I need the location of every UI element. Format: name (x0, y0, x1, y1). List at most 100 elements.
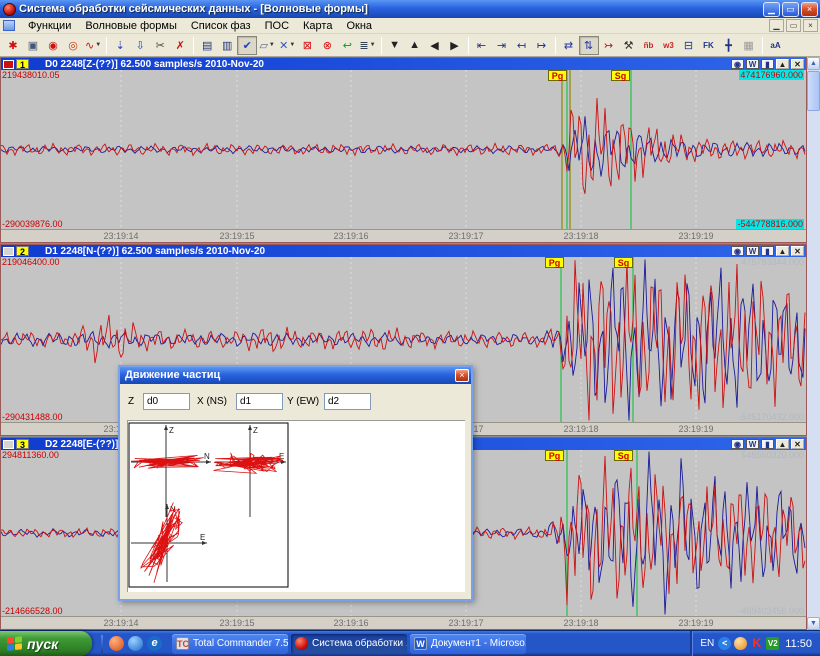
kaspersky-tray-icon[interactable]: K (750, 637, 763, 650)
panel-close-button[interactable]: ✕ (791, 246, 804, 256)
y-trace-input[interactable] (324, 393, 371, 410)
media-player-icon[interactable] (109, 636, 124, 651)
delete-window-button[interactable]: ⊠ (297, 36, 317, 55)
move-down-button[interactable]: ▼ (385, 36, 405, 55)
move-left-button[interactable]: ◀ (425, 36, 445, 55)
align-marker-button[interactable]: ↣ (599, 36, 619, 55)
panel-close-button[interactable]: ✕ (791, 59, 804, 69)
target-button[interactable]: ◎ (63, 36, 83, 55)
dropdown-arrow-icon[interactable]: ▼ (269, 42, 275, 48)
pick-phase-alt-button[interactable]: ⇩ (130, 36, 150, 55)
undo-button[interactable]: ↩ (337, 36, 357, 55)
response-curve-button[interactable]: ∿▼ (83, 36, 103, 55)
shift-left-button[interactable]: ↤ (512, 36, 532, 55)
shift-right-button[interactable]: ↦ (532, 36, 552, 55)
taskbar-task-1[interactable]: TCTotal Commander 7.5... (172, 634, 288, 654)
menu-item-4[interactable]: ПОС (258, 19, 296, 33)
panel-close-button[interactable]: ✕ (791, 439, 804, 449)
agent-tray-icon[interactable] (734, 637, 747, 650)
amplitude-scale-button[interactable]: аA (766, 36, 786, 55)
dropdown-arrow-icon[interactable]: ▼ (95, 42, 101, 48)
vertical-scrollbar[interactable]: ▲ ▼ (807, 57, 820, 630)
panel-collapse-button[interactable]: ▲ (776, 59, 789, 69)
panel-header[interactable]: 2 D1 2248[N-(??)] 62.500 samples/s 2010-… (1, 245, 806, 257)
start-button[interactable]: пуск (0, 631, 92, 656)
panel-bar-button[interactable]: ▮ (761, 59, 774, 69)
scroll-up-button[interactable]: ▲ (807, 57, 820, 70)
apply-picks-button[interactable]: ✔ (237, 36, 257, 55)
fit-horizontal-button[interactable]: ⇄ (559, 36, 579, 55)
new-marker-button[interactable]: ✱ (3, 36, 23, 55)
menu-item-5[interactable]: Карта (296, 19, 339, 33)
compress-view-button[interactable]: ╋ (719, 36, 739, 55)
polygon-select-button[interactable]: ▱▼ (257, 36, 277, 55)
move-right-button[interactable]: ▶ (445, 36, 465, 55)
z-trace-input[interactable] (143, 393, 190, 410)
restore-button[interactable]: ▭ (782, 2, 799, 17)
fit-vertical-button[interactable]: ⇅ (579, 36, 599, 55)
messenger-tray-icon[interactable]: < (718, 637, 731, 650)
child-restore-button[interactable]: ▭ (786, 19, 801, 32)
close-button[interactable]: × (801, 2, 818, 17)
hammer-tool-button[interactable]: ⚒ (619, 36, 639, 55)
panel-header[interactable]: 1 D0 2248[Z-(??)] 62.500 samples/s 2010-… (1, 58, 806, 70)
messenger-icon[interactable] (128, 636, 143, 651)
tile-windows-button[interactable]: ⊟ (679, 36, 699, 55)
dropdown-arrow-icon[interactable]: ▼ (370, 42, 376, 48)
scroll-down-button[interactable]: ▼ (807, 617, 820, 630)
panel-w-button[interactable]: W (746, 246, 759, 256)
minimize-button[interactable]: ▁ (763, 2, 780, 17)
child-minimize-button[interactable]: ▁ (769, 19, 784, 32)
record-button[interactable]: ◉ (43, 36, 63, 55)
menu-item-6[interactable]: Окна (339, 19, 379, 33)
narrowband-filter-button[interactable]: ñb (639, 36, 659, 55)
panel-w-button[interactable]: W (746, 59, 759, 69)
child-close-button[interactable]: × (803, 19, 818, 32)
expand-left-button[interactable]: ⇤ (472, 36, 492, 55)
fk-analysis-button[interactable]: FK (699, 36, 719, 55)
wideband-filter-button[interactable]: w3 (659, 36, 679, 55)
menu-item-3[interactable]: Список фаз (184, 19, 258, 33)
panel-circle-button[interactable]: ◉ (731, 59, 744, 69)
sort-traces-button[interactable]: ≣▼ (357, 36, 377, 55)
phase-marker-pg[interactable]: Pg (545, 257, 564, 268)
panel-w-button[interactable]: W (746, 439, 759, 449)
language-indicator[interactable]: EN (700, 638, 714, 649)
video-tray-icon[interactable]: V2 (766, 637, 779, 650)
mdi-child-icon[interactable] (3, 20, 15, 31)
panel-circle-button[interactable]: ◉ (731, 246, 744, 256)
phase-marker-pg[interactable]: Pg (548, 70, 567, 81)
panel-collapse-button[interactable]: ▲ (776, 439, 789, 449)
panel-select-button[interactable] (3, 247, 14, 256)
window-properties-button[interactable]: ▣ (23, 36, 43, 55)
delete-pick-button[interactable]: ✗ (170, 36, 190, 55)
taskbar-task-2[interactable]: Система обработки ... (291, 634, 407, 654)
expand-right-button[interactable]: ⇥ (492, 36, 512, 55)
pick-phase-button[interactable]: ⇣ (110, 36, 130, 55)
phase-marker-sg[interactable]: Sg (611, 70, 630, 81)
move-up-button[interactable]: ▲ (405, 36, 425, 55)
dialog-title-bar[interactable]: Движение частиц (120, 367, 471, 384)
menu-item-2[interactable]: Волновые формы (78, 19, 184, 33)
phase-marker-sg[interactable]: Sg (614, 257, 633, 268)
dropdown-arrow-icon[interactable]: ▼ (289, 42, 295, 48)
panel-select-button[interactable] (3, 440, 14, 449)
phase-marker-pg[interactable]: Pg (545, 450, 564, 461)
panel-select-button[interactable] (3, 60, 14, 69)
panel-bar-button[interactable]: ▮ (761, 439, 774, 449)
scroll-thumb[interactable] (807, 71, 820, 111)
menu-item-1[interactable]: Функции (21, 19, 78, 33)
dialog-close-button[interactable]: × (455, 369, 469, 382)
panel-collapse-button[interactable]: ▲ (776, 246, 789, 256)
x-trace-input[interactable] (236, 393, 283, 410)
cut-trace-button[interactable]: ✂ (150, 36, 170, 55)
panel-circle-button[interactable]: ◉ (731, 439, 744, 449)
phase-marker-sg[interactable]: Sg (614, 450, 633, 461)
delete-all-button[interactable]: ⊗ (317, 36, 337, 55)
taskbar-task-3[interactable]: WДокумент1 - Microso... (410, 634, 526, 654)
internet-explorer-icon[interactable]: e (147, 636, 162, 651)
save-file-button[interactable]: ▥ (217, 36, 237, 55)
panel-bar-button[interactable]: ▮ (761, 246, 774, 256)
waveform-plot[interactable]: 219438010.05 474176960.000 -290039876.00… (1, 70, 806, 229)
reject-trace-button[interactable]: ✕▼ (277, 36, 297, 55)
